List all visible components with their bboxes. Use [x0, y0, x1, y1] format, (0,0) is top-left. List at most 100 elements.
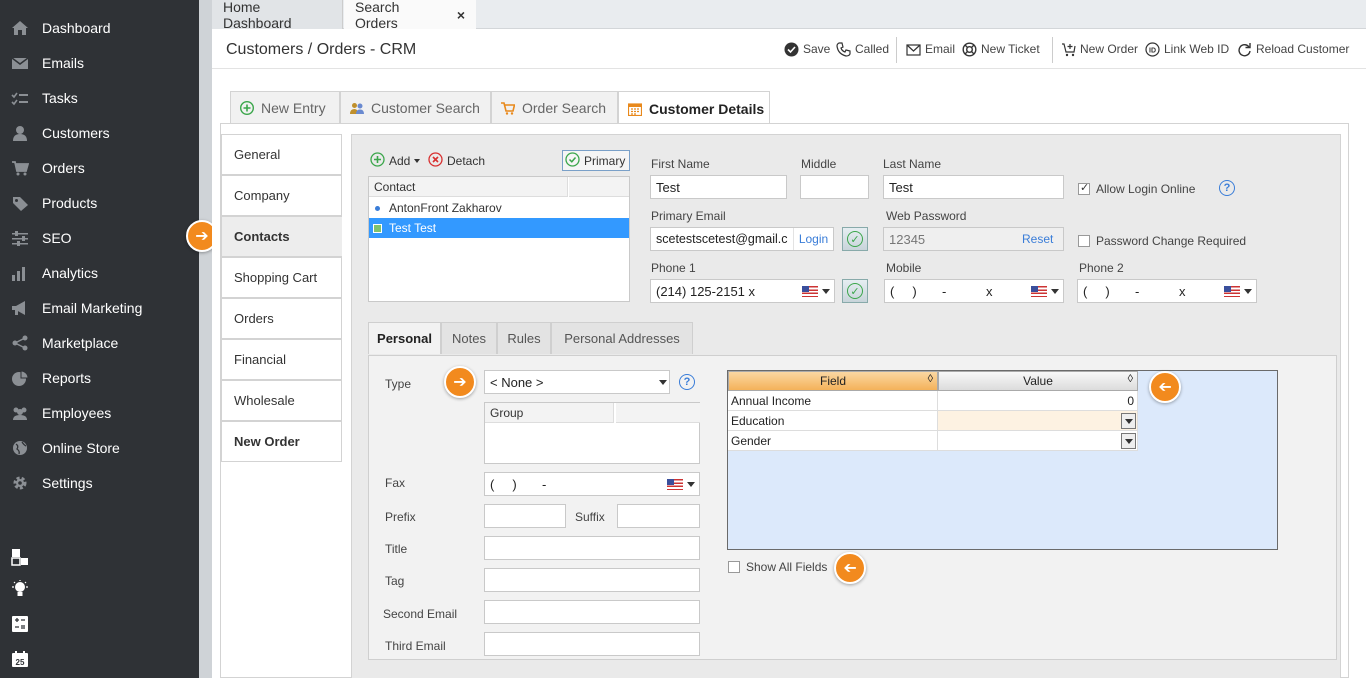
us-flag-icon[interactable]: [802, 286, 818, 297]
lightbulb-icon[interactable]: [11, 580, 29, 598]
top-tab-bar: Home Dashboard Search Orders ×: [212, 0, 1366, 31]
first-name-field[interactable]: Test: [650, 175, 787, 199]
us-flag-icon[interactable]: [667, 479, 683, 490]
sidebar-item-reports[interactable]: Reports: [0, 360, 199, 395]
show-all-fields-checkbox[interactable]: [728, 561, 740, 573]
password-change-checkbox[interactable]: [1078, 235, 1090, 247]
email-button[interactable]: Email: [906, 40, 955, 58]
tag-field[interactable]: [484, 568, 700, 592]
new-order-button[interactable]: New Order: [1061, 40, 1138, 58]
value-cell[interactable]: [938, 431, 1138, 451]
tab-rules[interactable]: Rules: [497, 322, 551, 354]
section-shopping-cart[interactable]: Shopping Cart: [221, 257, 342, 298]
reset-link[interactable]: Reset: [1022, 228, 1062, 250]
tab-label: New Entry: [261, 100, 326, 116]
chevron-down-icon[interactable]: [659, 380, 667, 385]
third-email-field[interactable]: [484, 632, 700, 656]
contact-row-name: AntonFront Zakharov: [389, 201, 502, 215]
sidebar-item-analytics[interactable]: Analytics: [0, 255, 199, 290]
value-cell[interactable]: [938, 411, 1138, 431]
verify-email-button[interactable]: ✓: [842, 227, 868, 251]
section-company[interactable]: Company: [221, 175, 342, 216]
field-header-label: Field: [819, 374, 846, 388]
chevron-down-icon[interactable]: [1121, 413, 1136, 429]
svg-text:ID: ID: [1149, 47, 1156, 54]
contact-column-header[interactable]: Contact: [369, 177, 568, 197]
verify-phone-button[interactable]: ✓: [842, 279, 868, 303]
close-icon[interactable]: ×: [457, 7, 465, 23]
tab-search-orders[interactable]: Search Orders ×: [344, 0, 476, 31]
chevron-down-icon[interactable]: [1244, 289, 1252, 294]
sidebar-item-settings[interactable]: Settings: [0, 465, 199, 500]
tab-home-dashboard[interactable]: Home Dashboard: [212, 0, 343, 31]
sidebar-item-tasks[interactable]: Tasks: [0, 80, 199, 115]
help-icon[interactable]: ?: [1219, 180, 1235, 196]
login-link[interactable]: Login: [793, 228, 833, 250]
value-column-header[interactable]: Value ◊: [938, 371, 1138, 391]
value-header-label: Value: [1023, 374, 1053, 388]
section-general[interactable]: General: [221, 134, 342, 175]
section-wholesale[interactable]: Wholesale: [221, 380, 342, 421]
sidebar-item-products[interactable]: Products: [0, 185, 199, 220]
tab-order-search[interactable]: Order Search: [491, 91, 618, 124]
us-flag-icon[interactable]: [1224, 286, 1240, 297]
tab-new-entry[interactable]: New Entry: [230, 91, 340, 124]
sidebar-item-employees[interactable]: Employees: [0, 395, 199, 430]
sidebar-item-label: Marketplace: [42, 334, 119, 351]
type-select[interactable]: < None >: [484, 370, 670, 394]
sidebar-item-seo[interactable]: SEO: [0, 220, 199, 255]
link-web-id-button[interactable]: ID Link Web ID: [1145, 40, 1229, 58]
save-button[interactable]: Save: [784, 40, 830, 58]
section-financial[interactable]: Financial: [221, 339, 342, 380]
prefix-field[interactable]: [484, 504, 566, 528]
contact-row[interactable]: AntonFront Zakharov: [369, 198, 629, 218]
allow-login-label: Allow Login Online: [1096, 182, 1196, 196]
sidebar-item-dashboard[interactable]: Dashboard: [0, 10, 199, 45]
section-orders[interactable]: Orders: [221, 298, 342, 339]
second-email-field[interactable]: [484, 600, 700, 624]
new-ticket-button[interactable]: New Ticket: [962, 40, 1040, 58]
sidebar-item-email-marketing[interactable]: Email Marketing: [0, 290, 199, 325]
sidebar-item-label: Emails: [42, 54, 85, 71]
middle-name-field[interactable]: [800, 175, 869, 199]
tab-customer-search[interactable]: Customer Search: [340, 91, 491, 124]
primary-contact-button[interactable]: Primary: [562, 150, 630, 171]
calendar-icon[interactable]: 25: [11, 650, 29, 668]
us-flag-icon[interactable]: [1031, 286, 1047, 297]
sidebar-item-marketplace[interactable]: Marketplace: [0, 325, 199, 360]
sidebar-item-online-store[interactable]: Online Store: [0, 430, 199, 465]
sidebar-item-label: Email Marketing: [42, 299, 143, 316]
calculator-icon[interactable]: [11, 615, 29, 633]
group-column-header[interactable]: Group: [485, 403, 614, 423]
chevron-down-icon[interactable]: [1121, 433, 1136, 449]
field-column-header[interactable]: Field ◊: [728, 371, 938, 391]
chevron-down-icon[interactable]: [1051, 289, 1059, 294]
contact-row-selected[interactable]: Test Test: [369, 218, 629, 238]
reload-customer-button[interactable]: Reload Customer: [1237, 40, 1349, 58]
page-title: Customers / Orders - CRM: [226, 41, 417, 58]
title-field[interactable]: [484, 536, 700, 560]
widgets-icon[interactable]: [11, 548, 29, 566]
chevron-down-icon[interactable]: [687, 482, 695, 487]
tab-personal[interactable]: Personal: [368, 322, 441, 354]
add-contact-button[interactable]: Add: [370, 152, 421, 170]
help-icon[interactable]: ?: [679, 374, 695, 390]
sidebar-item-orders[interactable]: Orders: [0, 150, 199, 185]
tab-personal-addresses[interactable]: Personal Addresses: [551, 322, 693, 354]
allow-login-checkbox[interactable]: [1078, 181, 1090, 195]
sidebar-item-customers[interactable]: Customers: [0, 115, 199, 150]
last-name-field[interactable]: Test: [883, 175, 1064, 199]
sidebar-item-label: Customers: [42, 124, 110, 141]
detach-contact-button[interactable]: Detach: [428, 152, 485, 170]
section-contacts[interactable]: Contacts: [221, 216, 342, 257]
tab-notes[interactable]: Notes: [441, 322, 497, 354]
value-cell[interactable]: 0: [938, 391, 1138, 411]
suffix-field[interactable]: [617, 504, 700, 528]
called-button[interactable]: Called: [836, 40, 889, 58]
chevron-down-icon[interactable]: [822, 289, 830, 294]
section-new-order[interactable]: New Order: [221, 421, 342, 462]
phone-icon: [836, 41, 851, 57]
suffix-label: Suffix: [575, 510, 605, 524]
tab-customer-details[interactable]: Customer Details: [618, 91, 770, 125]
sidebar-item-emails[interactable]: Emails: [0, 45, 199, 80]
